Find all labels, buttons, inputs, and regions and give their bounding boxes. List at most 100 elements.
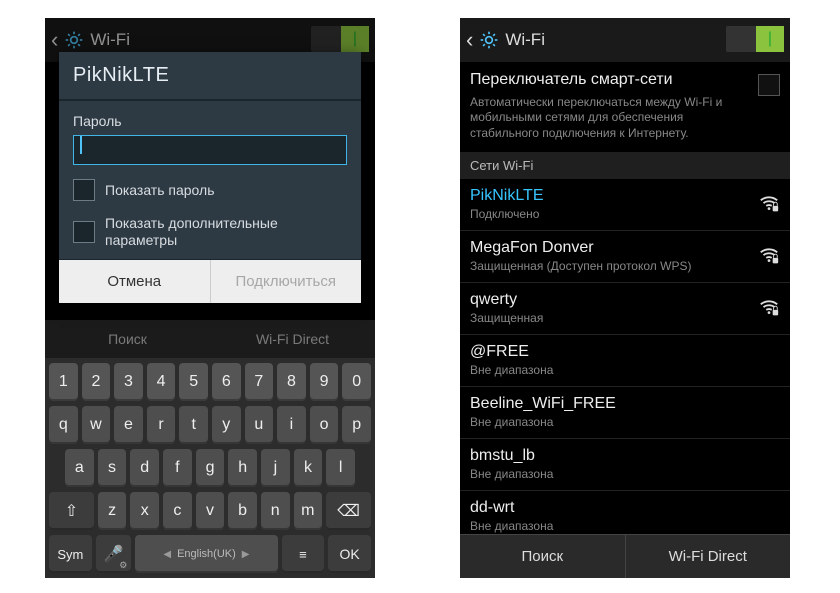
cancel-button[interactable]: Отмена bbox=[59, 260, 210, 303]
network-status: Вне диапазона bbox=[470, 415, 780, 429]
show-password-text: Показать пароль bbox=[105, 182, 215, 199]
key-4[interactable]: 4 bbox=[147, 363, 176, 401]
key-f[interactable]: f bbox=[163, 449, 192, 487]
network-status: Вне диапазона bbox=[470, 363, 780, 377]
network-name: PikNikLTE bbox=[470, 187, 758, 205]
smart-switch-row[interactable]: Переключатель смарт-сети Автоматически п… bbox=[460, 62, 790, 152]
key-t[interactable]: t bbox=[179, 406, 208, 444]
key-o[interactable]: o bbox=[310, 406, 339, 444]
network-status: Защищенная (Доступен протокол WPS) bbox=[470, 259, 758, 273]
connect-button[interactable]: Подключиться bbox=[210, 260, 362, 303]
back-icon[interactable]: ‹ bbox=[466, 27, 473, 53]
keyboard: 1234567890 qwertyuiop asdfghjkl ⇧ zxcvbn… bbox=[45, 358, 375, 578]
key-s[interactable]: s bbox=[98, 449, 127, 487]
key-n[interactable]: n bbox=[261, 492, 290, 530]
key-d[interactable]: d bbox=[130, 449, 159, 487]
wifi-toggle[interactable]: | bbox=[726, 26, 784, 52]
key-h[interactable]: h bbox=[228, 449, 257, 487]
network-name: dd-wrt bbox=[470, 499, 780, 517]
wifi-direct-button[interactable]: Wi-Fi Direct bbox=[625, 535, 791, 578]
smart-switch-checkbox[interactable] bbox=[758, 74, 780, 96]
search-button[interactable]: Поиск bbox=[460, 535, 625, 578]
network-status: Защищенная bbox=[470, 311, 758, 325]
advanced-options-checkbox[interactable] bbox=[73, 221, 95, 243]
key-backspace[interactable]: ⌫ bbox=[326, 492, 371, 530]
network-row[interactable]: qwerty Защищенная bbox=[460, 283, 790, 335]
key-x[interactable]: x bbox=[130, 492, 159, 530]
toggle-on-indicator: | bbox=[756, 26, 784, 52]
network-name: qwerty bbox=[470, 291, 758, 309]
key-v[interactable]: v bbox=[196, 492, 225, 530]
key-mic[interactable]: 🎤⚙ bbox=[96, 535, 132, 573]
key-p[interactable]: p bbox=[342, 406, 371, 444]
key-w[interactable]: w bbox=[82, 406, 111, 444]
key-k[interactable]: k bbox=[294, 449, 323, 487]
wifi-connect-dialog: PikNikLTE Пароль Показать пароль Показат… bbox=[59, 52, 361, 303]
phone-left: ‹ Wi-Fi | Поиск Wi-Fi Direct PikNikLTE П… bbox=[45, 18, 375, 578]
key-b[interactable]: b bbox=[228, 492, 257, 530]
phone-right: ‹ Wi-Fi | Переключатель смарт-сети Автом… bbox=[460, 18, 790, 578]
key-7[interactable]: 7 bbox=[245, 363, 274, 401]
network-row[interactable]: bmstu_lb Вне диапазона bbox=[460, 439, 790, 491]
key-l[interactable]: l bbox=[326, 449, 355, 487]
key-shift[interactable]: ⇧ bbox=[49, 492, 94, 530]
key-5[interactable]: 5 bbox=[179, 363, 208, 401]
smart-switch-desc: Автоматически переключаться между Wi-Fi … bbox=[470, 95, 750, 142]
wifi-signal-icon bbox=[758, 297, 780, 319]
key-0[interactable]: 0 bbox=[342, 363, 371, 401]
key-m[interactable]: m bbox=[294, 492, 323, 530]
password-input[interactable] bbox=[73, 135, 347, 165]
key-j[interactable]: j bbox=[261, 449, 290, 487]
key-space[interactable]: ◀ English(UK) ▶ bbox=[135, 535, 277, 573]
key-sym[interactable]: Sym bbox=[49, 535, 92, 573]
network-status: Подключено bbox=[470, 207, 758, 221]
show-password-checkbox[interactable] bbox=[73, 179, 95, 201]
key-9[interactable]: 9 bbox=[310, 363, 339, 401]
password-label: Пароль bbox=[73, 113, 347, 129]
key-i[interactable]: i bbox=[277, 406, 306, 444]
key-e[interactable]: e bbox=[114, 406, 143, 444]
key-menu[interactable]: ≡ bbox=[282, 535, 325, 573]
key-ok[interactable]: OK bbox=[328, 535, 371, 573]
key-q[interactable]: q bbox=[49, 406, 78, 444]
space-lang: English(UK) bbox=[177, 548, 236, 560]
show-password-row[interactable]: Показать пароль bbox=[73, 179, 347, 201]
chevron-left-icon: ◀ bbox=[163, 549, 171, 560]
network-row[interactable]: @FREE Вне диапазона bbox=[460, 335, 790, 387]
network-row[interactable]: Beeline_WiFi_FREE Вне диапазона bbox=[460, 387, 790, 439]
wifi-signal-icon bbox=[758, 193, 780, 215]
key-a[interactable]: a bbox=[65, 449, 94, 487]
key-8[interactable]: 8 bbox=[277, 363, 306, 401]
key-z[interactable]: z bbox=[98, 492, 127, 530]
gear-icon bbox=[479, 30, 499, 50]
chevron-right-icon: ▶ bbox=[242, 549, 250, 560]
key-1[interactable]: 1 bbox=[49, 363, 78, 401]
advanced-options-row[interactable]: Показать дополнительные параметры bbox=[73, 215, 347, 249]
key-g[interactable]: g bbox=[196, 449, 225, 487]
smart-switch-title: Переключатель смарт-сети bbox=[470, 70, 750, 91]
network-status: Вне диапазона bbox=[470, 519, 780, 533]
network-status: Вне диапазона bbox=[470, 467, 780, 481]
header-title: Wi-Fi bbox=[505, 30, 545, 50]
wifi-header: ‹ Wi-Fi | bbox=[460, 18, 790, 62]
advanced-options-text: Показать дополнительные параметры bbox=[105, 215, 347, 249]
networks-section-header: Сети Wi-Fi bbox=[460, 152, 790, 179]
key-u[interactable]: u bbox=[245, 406, 274, 444]
network-name: bmstu_lb bbox=[470, 447, 780, 465]
network-list: PikNikLTE Подключено MegaFon Donver Защищен… bbox=[460, 179, 790, 543]
network-name: Beeline_WiFi_FREE bbox=[470, 395, 780, 413]
footer: Поиск Wi-Fi Direct bbox=[460, 534, 790, 578]
network-name: MegaFon Donver bbox=[470, 239, 758, 257]
key-r[interactable]: r bbox=[147, 406, 176, 444]
key-3[interactable]: 3 bbox=[114, 363, 143, 401]
dialog-network-name: PikNikLTE bbox=[59, 52, 361, 101]
network-row[interactable]: PikNikLTE Подключено bbox=[460, 179, 790, 231]
wifi-signal-icon bbox=[758, 245, 780, 267]
key-6[interactable]: 6 bbox=[212, 363, 241, 401]
gear-sub-icon: ⚙ bbox=[119, 560, 127, 571]
key-2[interactable]: 2 bbox=[82, 363, 111, 401]
key-y[interactable]: y bbox=[212, 406, 241, 444]
network-name: @FREE bbox=[470, 343, 780, 361]
network-row[interactable]: MegaFon Donver Защищенная (Доступен прото… bbox=[460, 231, 790, 283]
key-c[interactable]: c bbox=[163, 492, 192, 530]
